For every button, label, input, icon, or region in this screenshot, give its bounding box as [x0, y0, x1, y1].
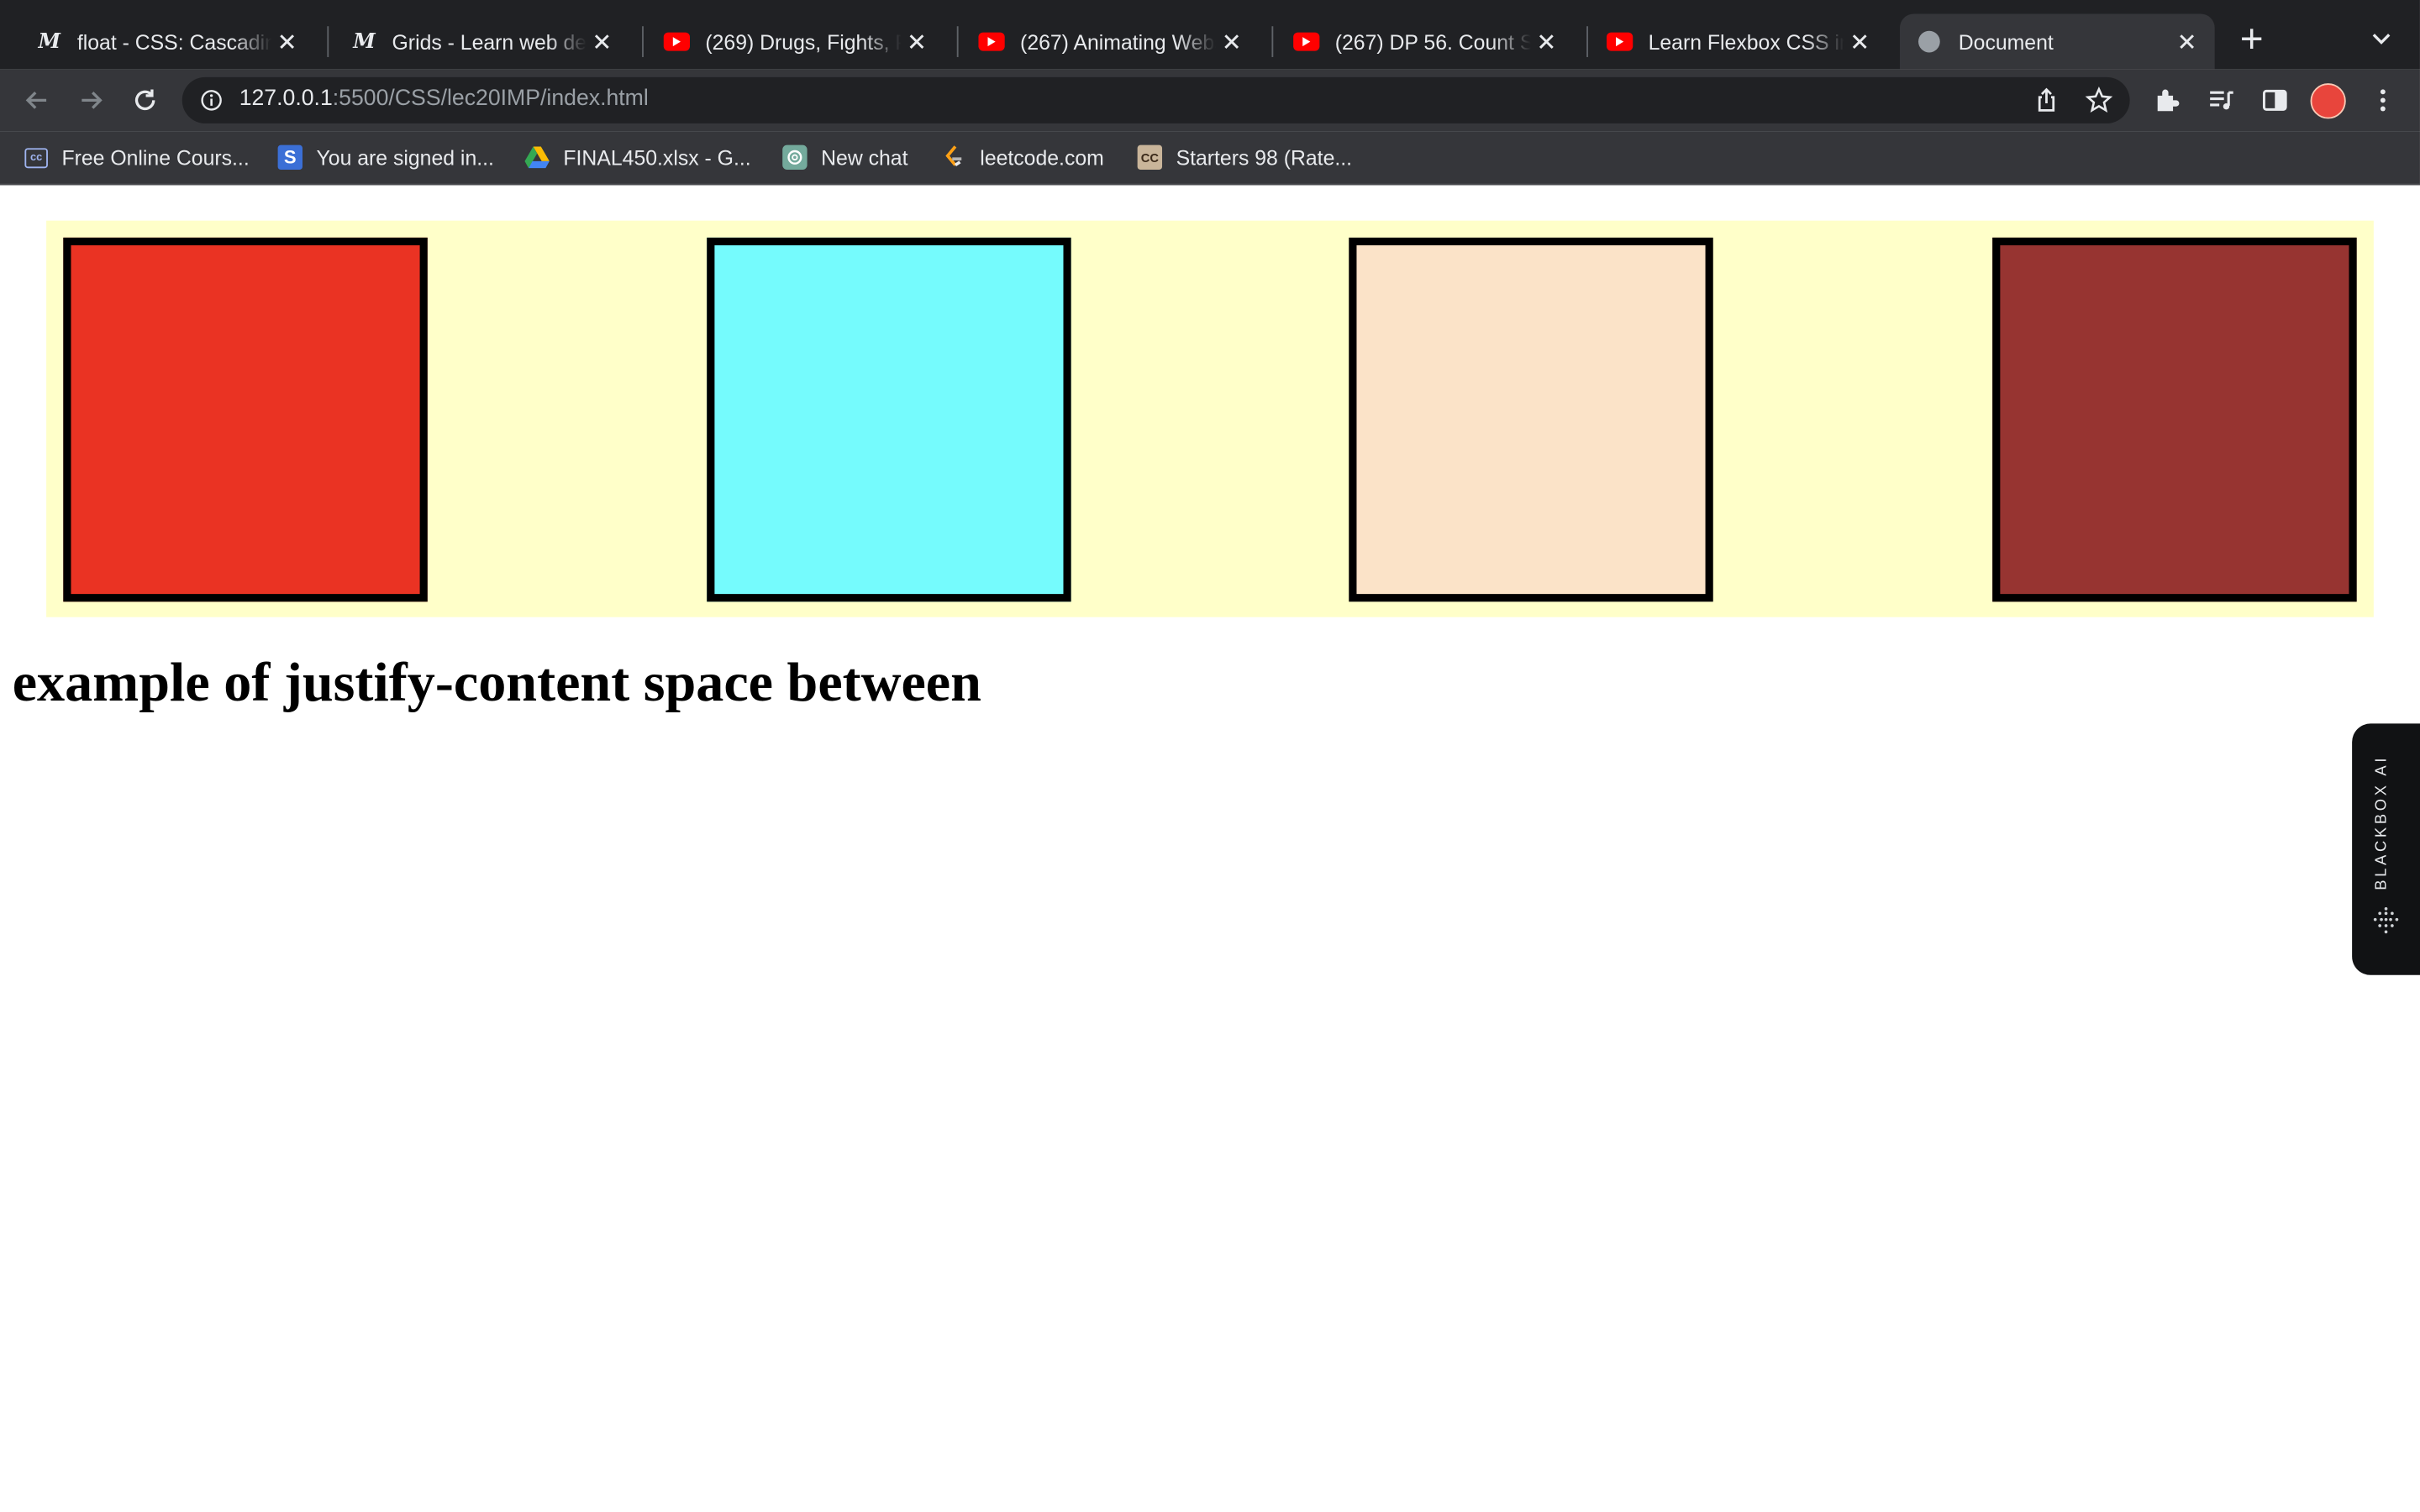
blackbox-ai-widget[interactable]: BLACKBOX AI	[2352, 723, 2420, 975]
tab-separator	[327, 26, 329, 57]
bookmark-starters-98[interactable]: CC Starters 98 (Rate...	[1137, 144, 1353, 171]
tab-separator	[1586, 26, 1588, 57]
youtube-icon	[1605, 28, 1633, 55]
flex-item-brown	[1992, 237, 2357, 602]
s-icon: S	[277, 144, 302, 171]
tab-separator	[956, 26, 959, 57]
tab-title: (267) Animating Websites	[1020, 29, 1216, 54]
tab-youtube-drugs[interactable]: (269) Drugs, Fights, Po	[647, 14, 944, 70]
page-heading: example of justify-content space between	[12, 651, 981, 713]
reload-icon	[134, 89, 155, 111]
close-icon[interactable]	[902, 26, 933, 57]
tab-strip: M float - CSS: Cascading Style Sheets | …	[0, 0, 2420, 70]
close-icon[interactable]	[2171, 26, 2202, 57]
close-icon[interactable]	[271, 26, 302, 57]
tab-title: Document	[1958, 29, 2054, 54]
close-icon[interactable]	[1216, 26, 1247, 57]
leetcode-icon	[941, 145, 965, 170]
arrow-left-icon	[25, 92, 47, 109]
bookmark-leetcode[interactable]: leetcode.com	[941, 144, 1104, 171]
kebab-menu-icon[interactable]	[2369, 87, 2396, 114]
mdn-icon: M	[38, 29, 61, 54]
tab-title: Learn Flexbox CSS in 8	[1648, 29, 1844, 54]
tab-document-active[interactable]: Document	[1899, 13, 2215, 70]
youtube-icon	[1292, 28, 1319, 55]
youtube-icon	[977, 28, 1005, 55]
flex-container	[46, 220, 2374, 617]
share-icon[interactable]	[2033, 87, 2060, 114]
extensions-puzzle-icon[interactable]	[2153, 87, 2181, 114]
browser-toolbar: 127.0.0.1:5500/CSS/lec20IMP/index.html	[0, 69, 2420, 132]
bookmark-free-online-courses[interactable]: cc Free Online Cours...	[24, 144, 250, 171]
blackbox-ai-label: BLACKBOX AI	[2373, 754, 2391, 890]
bookmark-label: Free Online Cours...	[61, 145, 250, 170]
forward-button[interactable]	[70, 79, 113, 122]
youtube-icon	[662, 28, 690, 55]
bookmark-label: New chat	[821, 145, 908, 170]
flex-item-red	[63, 237, 428, 602]
media-playlist-icon[interactable]	[2207, 87, 2234, 114]
url-text[interactable]: 127.0.0.1:5500/CSS/lec20IMP/index.html	[239, 87, 649, 111]
blackbox-dots-icon	[2373, 906, 2399, 934]
side-panel-icon[interactable]	[2261, 87, 2289, 114]
tab-title: (269) Drugs, Fights, Po	[705, 29, 902, 54]
drive-icon	[524, 145, 550, 170]
reload-button[interactable]	[124, 79, 166, 122]
codechef-icon: CC	[1137, 144, 1163, 171]
tab-search-button[interactable]	[2367, 24, 2395, 52]
flex-item-cyan	[706, 237, 1071, 602]
globe-icon	[1915, 28, 1943, 55]
bookmark-label: Starters 98 (Rate...	[1176, 145, 1353, 170]
bookmark-final450[interactable]: FINAL450.xlsx - G...	[524, 144, 751, 171]
tab-mdn-float[interactable]: M float - CSS: Cascading Style Sheets | …	[18, 14, 315, 70]
flex-item-bisque	[1349, 237, 1714, 602]
tab-title: (267) DP 56. Count Square	[1334, 29, 1531, 54]
new-tab-button[interactable]: +	[2233, 18, 2270, 59]
profile-avatar[interactable]	[2310, 83, 2346, 119]
bookmark-label: You are signed in...	[316, 145, 494, 170]
close-icon[interactable]	[587, 26, 618, 57]
tab-youtube-dp56[interactable]: (267) DP 56. Count Square	[1276, 14, 1574, 70]
tab-title: float - CSS: Cascading Style Sheets | MD…	[76, 29, 271, 54]
tab-youtube-animating[interactable]: (267) Animating Websites	[961, 14, 1259, 70]
info-icon[interactable]	[201, 90, 223, 112]
arrow-right-icon	[82, 92, 103, 109]
url-host: 127.0.0.1	[239, 86, 333, 112]
bookmark-star-icon[interactable]	[2085, 87, 2113, 114]
tab-youtube-flexbox[interactable]: Learn Flexbox CSS in 8	[1590, 14, 1887, 70]
mdn-icon: M	[353, 29, 376, 54]
tab-separator	[642, 26, 644, 57]
address-bar[interactable]: 127.0.0.1:5500/CSS/lec20IMP/index.html	[182, 76, 2130, 123]
bookmark-new-chat[interactable]: New chat	[782, 144, 908, 171]
bookmarks-bar: cc Free Online Cours... S You are signed…	[0, 131, 2420, 186]
chatgpt-icon	[782, 144, 808, 171]
tab-mdn-grids[interactable]: M Grids - Learn web development | MDN	[334, 14, 630, 70]
bookmark-label: leetcode.com	[980, 145, 1104, 170]
cc-icon: cc	[24, 147, 48, 168]
bookmark-label: FINAL450.xlsx - G...	[563, 145, 751, 170]
close-icon[interactable]	[1531, 26, 1562, 57]
tab-title: Grids - Learn web development | MDN	[392, 29, 587, 54]
tab-separator	[1271, 26, 1274, 57]
back-button[interactable]	[15, 79, 58, 122]
chevron-down-icon	[2372, 34, 2391, 45]
close-icon[interactable]	[1844, 26, 1876, 57]
screen: M float - CSS: Cascading Style Sheets | …	[0, 0, 2420, 1512]
bookmark-signed-in[interactable]: S You are signed in...	[277, 144, 494, 171]
url-path: :5500/CSS/lec20IMP/index.html	[332, 86, 649, 112]
page-viewport: example of justify-content space between…	[0, 186, 2420, 1512]
